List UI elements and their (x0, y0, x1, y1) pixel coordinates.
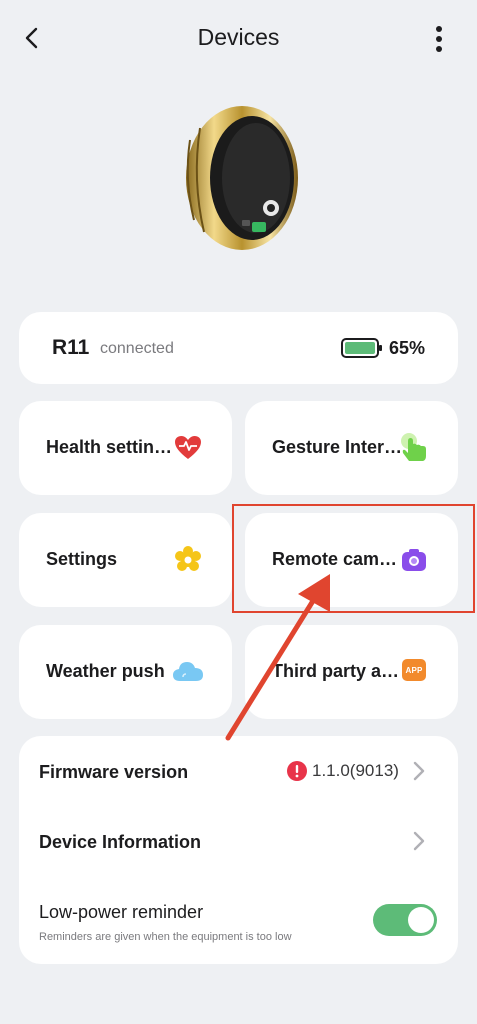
gesture-interaction-tile[interactable]: Gesture Inter… (245, 401, 458, 495)
low-power-reminder-row: Low-power reminder Reminders are given w… (19, 736, 458, 964)
low-power-toggle[interactable] (373, 904, 437, 936)
dot (436, 26, 442, 32)
toggle-knob (408, 907, 434, 933)
device-status-card: R11 connected 65% (19, 312, 458, 384)
dot (436, 46, 442, 52)
row-subtitle: Reminders are given when the equipment i… (39, 931, 292, 943)
dot (436, 36, 442, 42)
health-settings-tile[interactable]: Health settin… (19, 401, 232, 495)
device-settings-list: Firmware version 1.1.0(9013) Device Info… (19, 736, 458, 964)
row-label: Low-power reminder (39, 902, 204, 922)
tile-label: Weather push (46, 661, 165, 681)
page-title: Devices (197, 24, 280, 50)
tile-label: Settings (46, 549, 118, 569)
settings-tile[interactable]: Settings (19, 513, 232, 607)
top-bar: Devices (0, 0, 477, 80)
annotation-arrow (225, 574, 330, 741)
heart-pulse-icon (175, 436, 201, 459)
tile-label: Health settin… (46, 437, 173, 457)
device-image (170, 100, 310, 260)
tile-label: Gesture Inter… (272, 437, 403, 457)
app-badge-text: APP (405, 665, 423, 675)
weather-push-tile[interactable]: Weather push (19, 625, 232, 719)
more-options-button[interactable] (427, 22, 451, 56)
battery-icon (341, 338, 382, 358)
battery-percentage: 65% (389, 338, 426, 358)
connection-status: connected (100, 340, 174, 357)
app-icon: APP (402, 659, 426, 681)
hand-tap-icon (401, 433, 426, 461)
device-name: R11 (52, 336, 90, 359)
cloud-icon (173, 662, 203, 681)
gear-flower-icon (175, 546, 201, 571)
